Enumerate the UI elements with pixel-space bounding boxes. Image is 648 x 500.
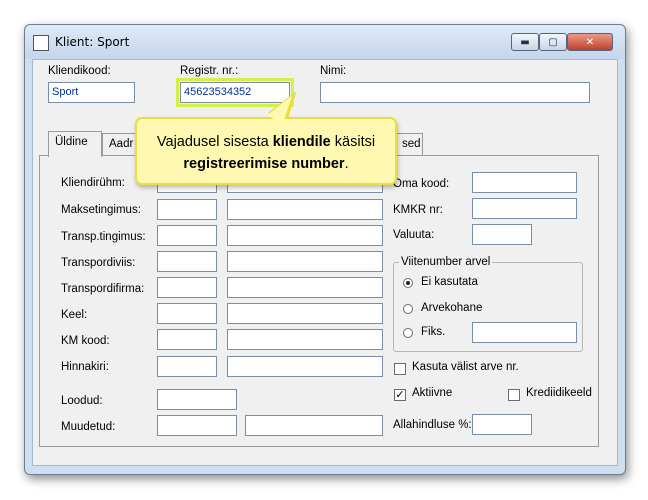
valuuta-label: Valuuta: — [393, 229, 435, 241]
minimize-icon: ▬ — [520, 36, 530, 48]
hinnakiri-label: Hinnakiri: — [61, 361, 109, 373]
muudetud-date-input[interactable] — [157, 415, 237, 436]
keel-label: Keel: — [61, 309, 88, 321]
transpordiviis-label: Transpordiviis: — [61, 257, 136, 269]
oma-kood-input[interactable] — [472, 172, 577, 193]
window-title: Klient: Sport — [55, 35, 130, 49]
callout-text: Vajadusel sisesta kliendile käsitsi regi… — [137, 131, 395, 175]
aktiivne-label: Aktiivne — [412, 387, 453, 399]
transpordiviis-code-input[interactable] — [157, 251, 217, 272]
hinnakiri-name-input[interactable] — [227, 356, 383, 377]
callout-line2-post: . — [344, 156, 349, 172]
close-button[interactable]: ✕ — [567, 33, 613, 51]
loodud-input[interactable] — [157, 389, 237, 410]
km-kood-label: KM kood: — [61, 335, 110, 347]
kmkr-label: KMKR nr: — [393, 204, 443, 216]
radio-arvekohane[interactable] — [403, 304, 413, 314]
loodud-label: Loodud: — [61, 395, 103, 407]
maksetingimus-name-input[interactable] — [227, 199, 383, 220]
muudetud-label: Muudetud: — [61, 421, 116, 433]
tab-uldine[interactable]: Üldine — [48, 131, 102, 157]
radio-fiks[interactable] — [403, 328, 413, 338]
viitenumber-group-label: Viitenumber arvel — [399, 256, 493, 268]
kliendiruhm-label: Kliendirühm: — [61, 177, 125, 189]
maksetingimus-code-input[interactable] — [157, 199, 217, 220]
nimi-label: Nimi: — [320, 65, 347, 77]
hinnakiri-code-input[interactable] — [157, 356, 217, 377]
callout-line1-pre: Vajadusel sisesta — [156, 134, 273, 150]
km-kood-name-input[interactable] — [227, 329, 383, 350]
keel-name-input[interactable] — [227, 303, 383, 324]
close-icon: ✕ — [585, 36, 595, 48]
allahindlus-label: Allahindluse %: — [393, 419, 472, 431]
krediidikeeld-checkbox[interactable] — [508, 389, 520, 401]
callout-line1-post: käsitsi — [330, 134, 376, 150]
maximize-button[interactable]: ▢ — [539, 33, 567, 51]
keel-code-input[interactable] — [157, 303, 217, 324]
fiks-label: Fiks. — [421, 326, 446, 338]
regnr-label: Registr. nr.: — [180, 65, 239, 77]
help-callout: Vajadusel sisesta kliendile käsitsi regi… — [135, 90, 397, 185]
maximize-icon: ▢ — [548, 36, 558, 48]
transp-tingimus-name-input[interactable] — [227, 225, 383, 246]
transpordifirma-code-input[interactable] — [157, 277, 217, 298]
transpordifirma-label: Transpordifirma: — [61, 283, 145, 295]
valuuta-input[interactable] — [472, 224, 532, 245]
arvekohane-label: Arvekohane — [421, 302, 483, 314]
transpordiviis-name-input[interactable] — [227, 251, 383, 272]
oma-kood-label: Oma kood: — [393, 178, 450, 190]
kasuta-valist-label: Kasuta välist arve nr. — [412, 361, 519, 373]
fiks-input[interactable] — [472, 322, 577, 343]
minimize-button[interactable]: ▬ — [511, 33, 539, 51]
regnr-input[interactable]: 45623534352 — [176, 78, 294, 107]
ei-kasutata-label: Ei kasutata — [421, 276, 478, 288]
radio-ei-kasutata[interactable] — [403, 278, 413, 288]
window-titlebar[interactable]: Klient: Sport ▬ ▢ ✕ — [25, 25, 625, 59]
kmkr-input[interactable] — [472, 198, 577, 219]
transp-tingimus-label: Transp.tingimus: — [61, 231, 146, 243]
allahindlus-input[interactable] — [472, 414, 532, 435]
km-kood-code-input[interactable] — [157, 329, 217, 350]
callout-line1-bold: kliendile — [272, 134, 331, 150]
transp-tingimus-code-input[interactable] — [157, 225, 217, 246]
aktiivne-checkbox[interactable]: ✓ — [394, 389, 406, 401]
nimi-input[interactable] — [320, 82, 590, 103]
callout-line2-bold: registreerimise number — [183, 156, 345, 172]
kliendikood-input[interactable]: Sport — [48, 82, 135, 103]
krediidikeeld-label: Krediidikeeld — [526, 387, 592, 399]
transpordifirma-name-input[interactable] — [227, 277, 383, 298]
muudetud-user-input[interactable] — [245, 415, 383, 436]
maksetingimus-label: Maksetingimus: — [61, 204, 141, 216]
app-icon — [33, 35, 49, 51]
kasuta-valist-checkbox[interactable] — [394, 363, 406, 375]
tab-lisad[interactable]: sed — [395, 133, 423, 155]
kliendikood-label: Kliendikood: — [48, 65, 111, 77]
